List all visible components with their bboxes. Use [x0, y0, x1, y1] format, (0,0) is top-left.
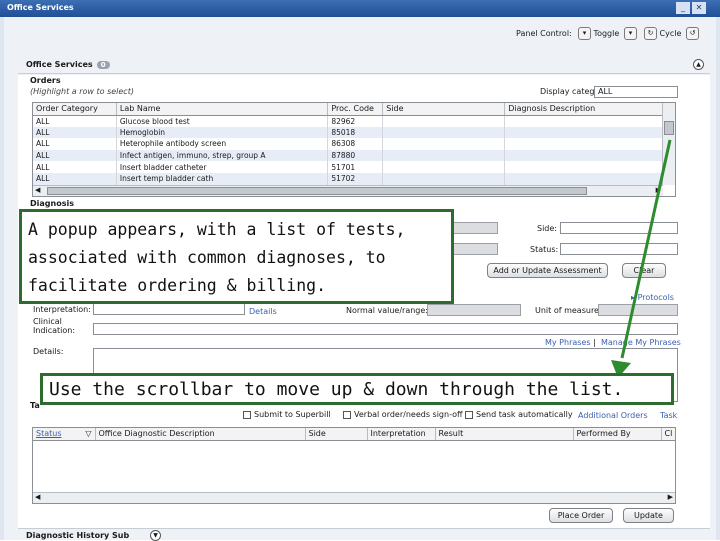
scroll-annotation-text: Use the scrollbar to move up & down thro…: [49, 379, 624, 400]
scroll-arrow-overlay: [611, 139, 672, 378]
scroll-arrow-line: [620, 139, 672, 359]
scroll-annotation: Use the scrollbar to move up & down thro…: [40, 373, 674, 405]
